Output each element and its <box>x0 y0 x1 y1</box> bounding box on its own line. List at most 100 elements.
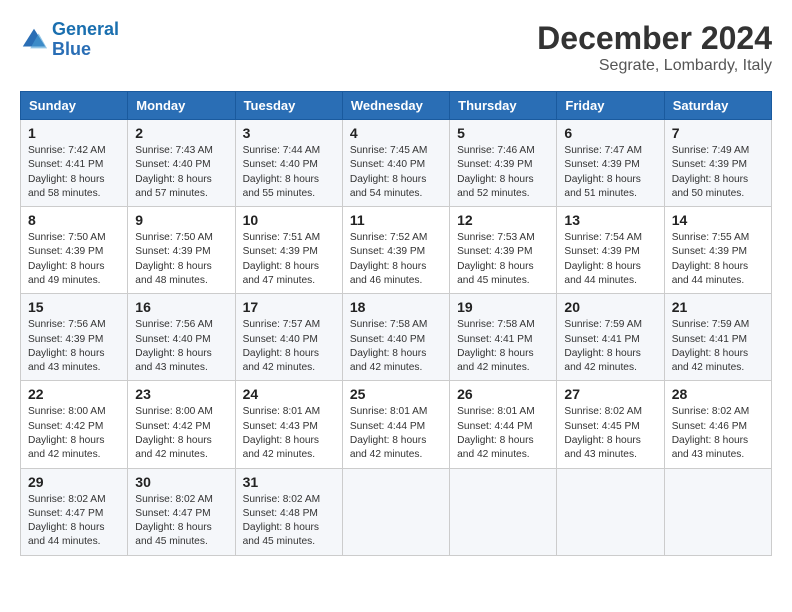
cell-content: Sunrise: 8:02 AMSunset: 4:45 PMDaylight:… <box>564 405 656 462</box>
day-of-week-header: Tuesday <box>235 92 342 120</box>
cell-content: Sunrise: 7:45 AMSunset: 4:40 PMDaylight:… <box>350 144 442 201</box>
cell-content: Sunrise: 7:46 AMSunset: 4:39 PMDaylight:… <box>457 144 549 201</box>
calendar-cell: 12 Sunrise: 7:53 AMSunset: 4:39 PMDayligh… <box>450 207 557 294</box>
calendar-cell: 31 Sunrise: 8:02 AMSunset: 4:48 PMDayligh… <box>235 468 342 555</box>
day-number: 5 <box>457 125 549 141</box>
calendar-cell: 9 Sunrise: 7:50 AMSunset: 4:39 PMDaylight… <box>128 207 235 294</box>
calendar-cell: 1 Sunrise: 7:42 AMSunset: 4:41 PMDaylight… <box>21 120 128 207</box>
day-number: 19 <box>457 299 549 315</box>
calendar-table: SundayMondayTuesdayWednesdayThursdayFrid… <box>20 91 772 556</box>
calendar-cell: 17 Sunrise: 7:57 AMSunset: 4:40 PMDayligh… <box>235 294 342 381</box>
day-number: 8 <box>28 212 120 228</box>
day-number: 29 <box>28 474 120 490</box>
cell-content: Sunrise: 8:02 AMSunset: 4:46 PMDaylight:… <box>672 405 764 462</box>
cell-content: Sunrise: 7:47 AMSunset: 4:39 PMDaylight:… <box>564 144 656 201</box>
calendar-week-row: 22 Sunrise: 8:00 AMSunset: 4:42 PMDayligh… <box>21 381 772 468</box>
day-number: 17 <box>243 299 335 315</box>
day-number: 16 <box>135 299 227 315</box>
calendar-cell: 8 Sunrise: 7:50 AMSunset: 4:39 PMDaylight… <box>21 207 128 294</box>
cell-content: Sunrise: 7:50 AMSunset: 4:39 PMDaylight:… <box>28 231 120 288</box>
calendar-cell: 21 Sunrise: 7:59 AMSunset: 4:41 PMDayligh… <box>664 294 771 381</box>
logo-text: General Blue <box>52 20 119 60</box>
calendar-cell: 27 Sunrise: 8:02 AMSunset: 4:45 PMDayligh… <box>557 381 664 468</box>
title-block: December 2024 Segrate, Lombardy, Italy <box>537 20 772 75</box>
logo: General Blue <box>20 20 119 60</box>
day-of-week-header: Friday <box>557 92 664 120</box>
calendar-week-row: 8 Sunrise: 7:50 AMSunset: 4:39 PMDaylight… <box>21 207 772 294</box>
cell-content: Sunrise: 7:57 AMSunset: 4:40 PMDaylight:… <box>243 318 335 375</box>
calendar-cell <box>450 468 557 555</box>
calendar-cell: 22 Sunrise: 8:00 AMSunset: 4:42 PMDayligh… <box>21 381 128 468</box>
cell-content: Sunrise: 7:56 AMSunset: 4:40 PMDaylight:… <box>135 318 227 375</box>
day-number: 7 <box>672 125 764 141</box>
day-of-week-header: Saturday <box>664 92 771 120</box>
calendar-cell: 20 Sunrise: 7:59 AMSunset: 4:41 PMDayligh… <box>557 294 664 381</box>
day-number: 22 <box>28 386 120 402</box>
day-number: 14 <box>672 212 764 228</box>
day-number: 20 <box>564 299 656 315</box>
calendar-cell: 19 Sunrise: 7:58 AMSunset: 4:41 PMDayligh… <box>450 294 557 381</box>
calendar-cell: 4 Sunrise: 7:45 AMSunset: 4:40 PMDaylight… <box>342 120 449 207</box>
calendar-cell <box>557 468 664 555</box>
cell-content: Sunrise: 7:44 AMSunset: 4:40 PMDaylight:… <box>243 144 335 201</box>
day-number: 28 <box>672 386 764 402</box>
calendar-cell: 16 Sunrise: 7:56 AMSunset: 4:40 PMDayligh… <box>128 294 235 381</box>
cell-content: Sunrise: 7:53 AMSunset: 4:39 PMDaylight:… <box>457 231 549 288</box>
calendar-cell: 11Sunrise: 7:52 AMSunset: 4:39 PMDayligh… <box>342 207 449 294</box>
day-number: 31 <box>243 474 335 490</box>
day-number: 1 <box>28 125 120 141</box>
month-title: December 2024 <box>537 20 772 57</box>
calendar-cell: 13Sunrise: 7:54 AMSunset: 4:39 PMDayligh… <box>557 207 664 294</box>
calendar-cell <box>664 468 771 555</box>
calendar-week-row: 15Sunrise: 7:56 AMSunset: 4:39 PMDayligh… <box>21 294 772 381</box>
cell-content: Sunrise: 8:02 AMSunset: 4:47 PMDaylight:… <box>28 493 120 550</box>
calendar-cell: 7Sunrise: 7:49 AMSunset: 4:39 PMDaylight… <box>664 120 771 207</box>
cell-content: Sunrise: 8:02 AMSunset: 4:48 PMDaylight:… <box>243 493 335 550</box>
day-number: 9 <box>135 212 227 228</box>
location-subtitle: Segrate, Lombardy, Italy <box>537 57 772 75</box>
cell-content: Sunrise: 7:59 AMSunset: 4:41 PMDaylight:… <box>672 318 764 375</box>
day-number: 10 <box>243 212 335 228</box>
day-number: 23 <box>135 386 227 402</box>
logo-icon <box>20 26 48 54</box>
day-number: 3 <box>243 125 335 141</box>
calendar-cell: 28 Sunrise: 8:02 AMSunset: 4:46 PMDayligh… <box>664 381 771 468</box>
calendar-cell: 14 Sunrise: 7:55 AMSunset: 4:39 PMDayligh… <box>664 207 771 294</box>
cell-content: Sunrise: 8:01 AMSunset: 4:44 PMDaylight:… <box>457 405 549 462</box>
day-of-week-header: Thursday <box>450 92 557 120</box>
day-number: 21 <box>672 299 764 315</box>
calendar-cell: 6 Sunrise: 7:47 AMSunset: 4:39 PMDaylight… <box>557 120 664 207</box>
day-number: 4 <box>350 125 442 141</box>
day-number: 27 <box>564 386 656 402</box>
day-of-week-header: Sunday <box>21 92 128 120</box>
day-number: 30 <box>135 474 227 490</box>
calendar-cell: 30 Sunrise: 8:02 AMSunset: 4:47 PMDayligh… <box>128 468 235 555</box>
day-number: 24 <box>243 386 335 402</box>
cell-content: Sunrise: 8:01 AMSunset: 4:44 PMDaylight:… <box>350 405 442 462</box>
calendar-cell: 25Sunrise: 8:01 AMSunset: 4:44 PMDayligh… <box>342 381 449 468</box>
day-of-week-header: Wednesday <box>342 92 449 120</box>
day-number: 18 <box>350 299 442 315</box>
calendar-cell: 18Sunrise: 7:58 AMSunset: 4:40 PMDayligh… <box>342 294 449 381</box>
calendar-cell <box>342 468 449 555</box>
day-number: 12 <box>457 212 549 228</box>
cell-content: Sunrise: 7:55 AMSunset: 4:39 PMDaylight:… <box>672 231 764 288</box>
calendar-header-row: SundayMondayTuesdayWednesdayThursdayFrid… <box>21 92 772 120</box>
cell-content: Sunrise: 7:51 AMSunset: 4:39 PMDaylight:… <box>243 231 335 288</box>
calendar-cell: 24Sunrise: 8:01 AMSunset: 4:43 PMDayligh… <box>235 381 342 468</box>
calendar-cell: 29 Sunrise: 8:02 AMSunset: 4:47 PMDayligh… <box>21 468 128 555</box>
cell-content: Sunrise: 7:50 AMSunset: 4:39 PMDaylight:… <box>135 231 227 288</box>
cell-content: Sunrise: 8:02 AMSunset: 4:47 PMDaylight:… <box>135 493 227 550</box>
day-number: 6 <box>564 125 656 141</box>
calendar-cell: 26Sunrise: 8:01 AMSunset: 4:44 PMDayligh… <box>450 381 557 468</box>
cell-content: Sunrise: 7:58 AMSunset: 4:41 PMDaylight:… <box>457 318 549 375</box>
cell-content: Sunrise: 8:00 AMSunset: 4:42 PMDaylight:… <box>28 405 120 462</box>
cell-content: Sunrise: 7:42 AMSunset: 4:41 PMDaylight:… <box>28 144 120 201</box>
cell-content: Sunrise: 7:59 AMSunset: 4:41 PMDaylight:… <box>564 318 656 375</box>
calendar-cell: 23Sunrise: 8:00 AMSunset: 4:42 PMDayligh… <box>128 381 235 468</box>
day-number: 2 <box>135 125 227 141</box>
day-number: 13 <box>564 212 656 228</box>
calendar-cell: 10 Sunrise: 7:51 AMSunset: 4:39 PMDayligh… <box>235 207 342 294</box>
calendar-week-row: 29 Sunrise: 8:02 AMSunset: 4:47 PMDayligh… <box>21 468 772 555</box>
calendar-body: 1 Sunrise: 7:42 AMSunset: 4:41 PMDaylight… <box>21 120 772 556</box>
